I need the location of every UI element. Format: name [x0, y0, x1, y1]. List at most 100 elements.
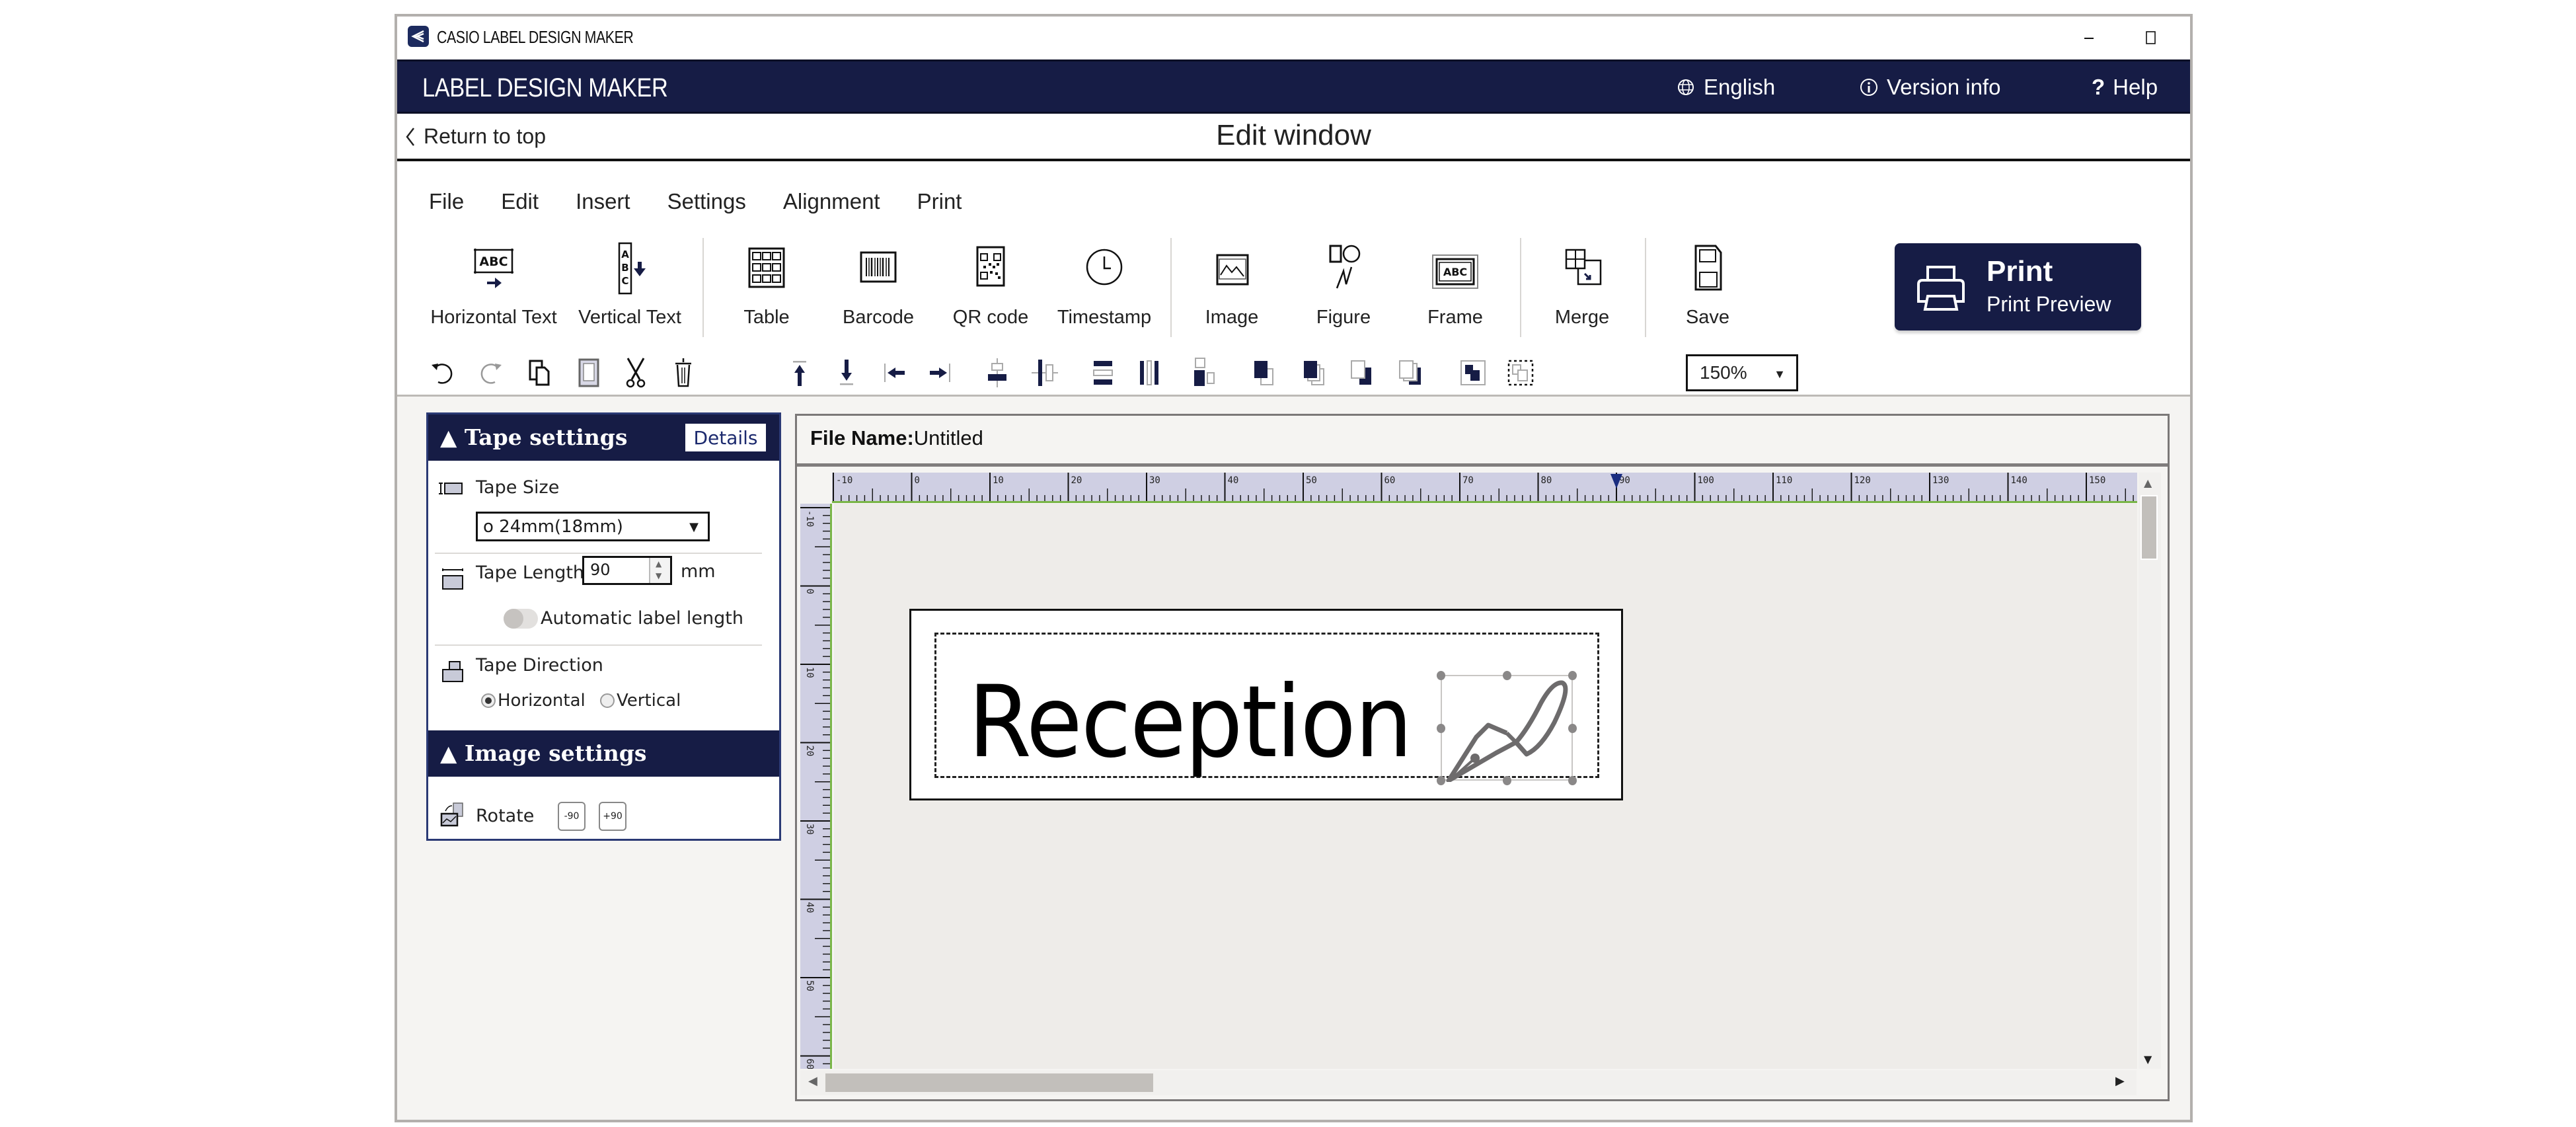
minimize-button[interactable]: [2063, 23, 2115, 52]
horizontal-text-button[interactable]: ABC Horizontal Text: [430, 242, 557, 334]
align-bottom-icon: [840, 360, 853, 385]
rotate-image-icon: [440, 802, 463, 827]
align-center-vertical-button[interactable]: [1026, 354, 1063, 391]
image-button[interactable]: Image: [1179, 242, 1285, 334]
redo-button[interactable]: [473, 354, 510, 391]
align-center-horizontal-button[interactable]: [979, 354, 1016, 391]
delete-button[interactable]: [665, 354, 702, 391]
ruler-tick-label: 50: [1306, 475, 1317, 486]
figure-icon: [1329, 245, 1361, 289]
language-button[interactable]: English: [1676, 75, 1775, 100]
ungroup-button[interactable]: [1502, 354, 1539, 391]
ruler-tick-label: 50: [804, 980, 815, 991]
version-info-button[interactable]: Version info: [1859, 75, 2000, 100]
menu-print[interactable]: Print: [917, 189, 962, 214]
scroll-left-icon[interactable]: ◀: [808, 1074, 817, 1088]
qr-code-button[interactable]: QR code: [938, 242, 1043, 334]
rotate-left-label: -90: [564, 811, 580, 822]
align-center-page-button[interactable]: [1186, 354, 1223, 391]
tape-length-spinner[interactable]: ▲ ▼: [649, 558, 670, 583]
group-icon: [1460, 360, 1486, 385]
copy-button[interactable]: [521, 354, 558, 391]
spin-up-icon[interactable]: ▲: [656, 559, 662, 568]
send-backward-button[interactable]: [1344, 354, 1381, 391]
resize-handle[interactable]: [1437, 671, 1445, 680]
resize-handle[interactable]: [1568, 776, 1577, 785]
print-button[interactable]: Print Print Preview: [1895, 243, 2141, 330]
maximize-button[interactable]: [2125, 23, 2178, 52]
spin-down-icon[interactable]: ▼: [656, 571, 662, 580]
selected-image-object[interactable]: [1437, 671, 1577, 785]
horizontal-scroll-thumb[interactable]: [825, 1073, 1153, 1092]
align-bottom-button[interactable]: [828, 354, 865, 391]
menu-edit[interactable]: Edit: [501, 189, 539, 214]
menu-insert[interactable]: Insert: [576, 189, 630, 214]
save-label: Save: [1685, 307, 1730, 328]
menu-alignment[interactable]: Alignment: [783, 189, 880, 214]
vertical-text-button[interactable]: A B C Vertical Text: [577, 242, 683, 334]
tape-size-select[interactable]: o 24mm(18mm) ▼: [476, 512, 710, 541]
tape-settings-toggle[interactable]: ▲ Tape settings: [440, 424, 627, 450]
details-button[interactable]: Details: [685, 424, 766, 451]
settings-panel: ▲ Tape settings Details Tape Size o 24mm…: [426, 412, 781, 841]
scroll-up-icon[interactable]: ▲: [2144, 477, 2152, 489]
table-button[interactable]: Table: [714, 242, 819, 334]
resize-handle[interactable]: [1437, 724, 1445, 733]
align-right-button[interactable]: [921, 354, 958, 391]
label-tape[interactable]: Reception: [909, 609, 1623, 800]
maximize-icon: [2146, 31, 2156, 44]
tape-size-value: o 24mm(18mm): [483, 516, 623, 537]
merge-button[interactable]: Merge: [1529, 242, 1635, 334]
image-settings-header: ▲ Image settings: [428, 730, 779, 777]
title-bar: CASIO LABEL DESIGN MAKER: [397, 17, 2190, 59]
send-to-back-button[interactable]: [1392, 354, 1429, 391]
printable-area: Reception: [934, 633, 1599, 785]
automatic-label-length-toggle[interactable]: [504, 609, 538, 629]
cut-button[interactable]: [617, 354, 654, 391]
resize-handle[interactable]: [1503, 776, 1511, 785]
rotate-left-button[interactable]: -90: [558, 802, 586, 831]
group-button[interactable]: [1455, 354, 1492, 391]
menu-file[interactable]: File: [429, 189, 464, 214]
image-icon: [1216, 254, 1249, 286]
toolbar-area: File Edit Insert Settings Alignment Prin…: [397, 161, 2190, 397]
frame-button[interactable]: ABC Frame: [1402, 242, 1508, 334]
bring-forward-button[interactable]: [1296, 354, 1333, 391]
rotate-right-label: +90: [603, 811, 623, 822]
resize-handle[interactable]: [1437, 776, 1445, 785]
help-button[interactable]: ? Help: [2092, 75, 2158, 100]
menu-settings[interactable]: Settings: [667, 189, 746, 214]
resize-handle[interactable]: [1568, 671, 1577, 680]
undo-button[interactable]: [424, 354, 461, 391]
distribute-horizontal-button[interactable]: [1131, 354, 1168, 391]
direction-vertical-radio[interactable]: Vertical: [600, 691, 681, 711]
resize-handle[interactable]: [1503, 671, 1511, 680]
direction-vertical-label: Vertical: [617, 691, 681, 711]
rotate-right-button[interactable]: +90: [599, 802, 626, 831]
scroll-right-icon[interactable]: ▶: [2115, 1074, 2125, 1088]
vertical-scroll-thumb[interactable]: [2140, 495, 2158, 560]
tape-size-label: Tape Size: [476, 477, 560, 498]
close-button[interactable]: [2188, 23, 2190, 52]
barcode-button[interactable]: Barcode: [825, 242, 931, 334]
vertical-scrollbar[interactable]: ▲ ▼: [2139, 473, 2161, 1069]
toolbar-separator: [1520, 238, 1521, 337]
horizontal-scrollbar[interactable]: ◀ ▶: [800, 1070, 2137, 1095]
tape-length-input[interactable]: 90 ▲ ▼: [582, 556, 672, 585]
design-canvas[interactable]: Reception: [834, 504, 2137, 1069]
resize-handle[interactable]: [1568, 724, 1577, 733]
align-left-button[interactable]: [877, 354, 914, 391]
save-button[interactable]: Save: [1655, 242, 1761, 334]
paste-button[interactable]: [570, 354, 607, 391]
label-text-object[interactable]: Reception: [968, 673, 1413, 772]
tape-size-icon: [439, 483, 463, 494]
direction-horizontal-radio[interactable]: Horizontal: [481, 691, 586, 711]
distribute-vertical-button[interactable]: [1084, 354, 1121, 391]
align-top-button[interactable]: [781, 354, 818, 391]
timestamp-button[interactable]: Timestamp: [1051, 242, 1157, 334]
zoom-level-select[interactable]: 150% ▼: [1686, 354, 1798, 391]
bring-to-front-button[interactable]: [1246, 354, 1283, 391]
figure-button[interactable]: Figure: [1291, 242, 1396, 334]
image-settings-toggle[interactable]: ▲ Image settings: [440, 740, 646, 766]
scroll-down-icon[interactable]: ▼: [2144, 1053, 2152, 1066]
